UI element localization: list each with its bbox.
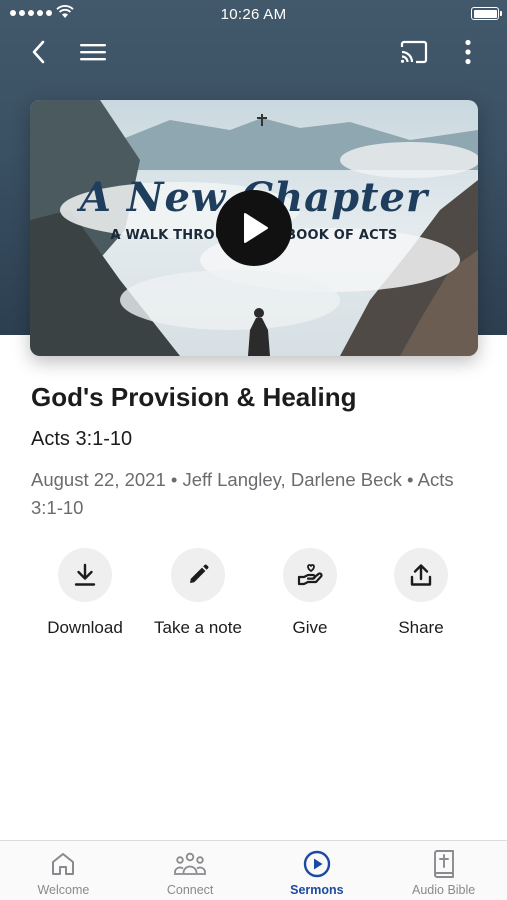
battery-icon [471, 7, 502, 20]
pencil-icon [190, 564, 209, 583]
back-button[interactable] [22, 36, 54, 68]
sermon-scripture: Acts 3:1-10 [31, 428, 133, 450]
give-label: Give [292, 618, 328, 637]
give-circle [283, 548, 337, 602]
status-bar: 10:26 AM [0, 0, 507, 28]
more-options-button[interactable] [454, 36, 482, 68]
sermon-artwork[interactable]: A New Chapter A WALK THROUGH THE BOOK OF… [30, 100, 478, 356]
tab-sermons[interactable]: Sermons [254, 841, 381, 900]
tab-connect[interactable]: Connect [127, 841, 254, 900]
share-label: Share [398, 618, 444, 637]
sermon-meta: August 22, 2021 • Jeff Langley, Darlene … [31, 469, 454, 518]
status-time: 10:26 AM [220, 6, 287, 23]
share-circle [394, 548, 448, 602]
take-note-label: Take a note [154, 618, 242, 637]
tab-sermons-label: Sermons [290, 883, 344, 897]
give-button[interactable]: Give [250, 548, 370, 638]
home-icon [52, 853, 75, 875]
download-label: Download [47, 618, 123, 637]
play-button[interactable] [216, 190, 292, 266]
download-button[interactable]: Download [25, 548, 145, 638]
tab-connect-label: Connect [166, 883, 214, 897]
sermon-title: God's Provision & Healing [31, 382, 357, 412]
cast-button[interactable] [396, 36, 432, 68]
play-circle-icon [303, 850, 331, 878]
take-note-circle [171, 548, 225, 602]
share-button[interactable]: Share [361, 548, 481, 638]
people-icon [174, 852, 207, 875]
cast-icon [400, 40, 428, 64]
take-note-button[interactable]: Take a note [138, 548, 258, 638]
chevron-left-icon [32, 40, 45, 64]
menu-button[interactable] [76, 36, 110, 68]
download-circle [58, 548, 112, 602]
play-icon [244, 213, 268, 243]
download-icon [74, 563, 96, 586]
share-icon [410, 564, 432, 586]
tab-audio-bible-label: Audio Bible [412, 883, 476, 897]
bible-icon [433, 850, 454, 878]
tab-welcome[interactable]: Welcome [0, 841, 127, 900]
give-hand-heart-icon [297, 564, 323, 586]
tab-bar: Welcome Connect Sermons Audio Bible [0, 840, 507, 900]
tab-audio-bible[interactable]: Audio Bible [380, 841, 507, 900]
hamburger-menu-icon [80, 44, 106, 61]
more-vertical-icon [465, 39, 471, 65]
tab-welcome-label: Welcome [37, 883, 90, 897]
